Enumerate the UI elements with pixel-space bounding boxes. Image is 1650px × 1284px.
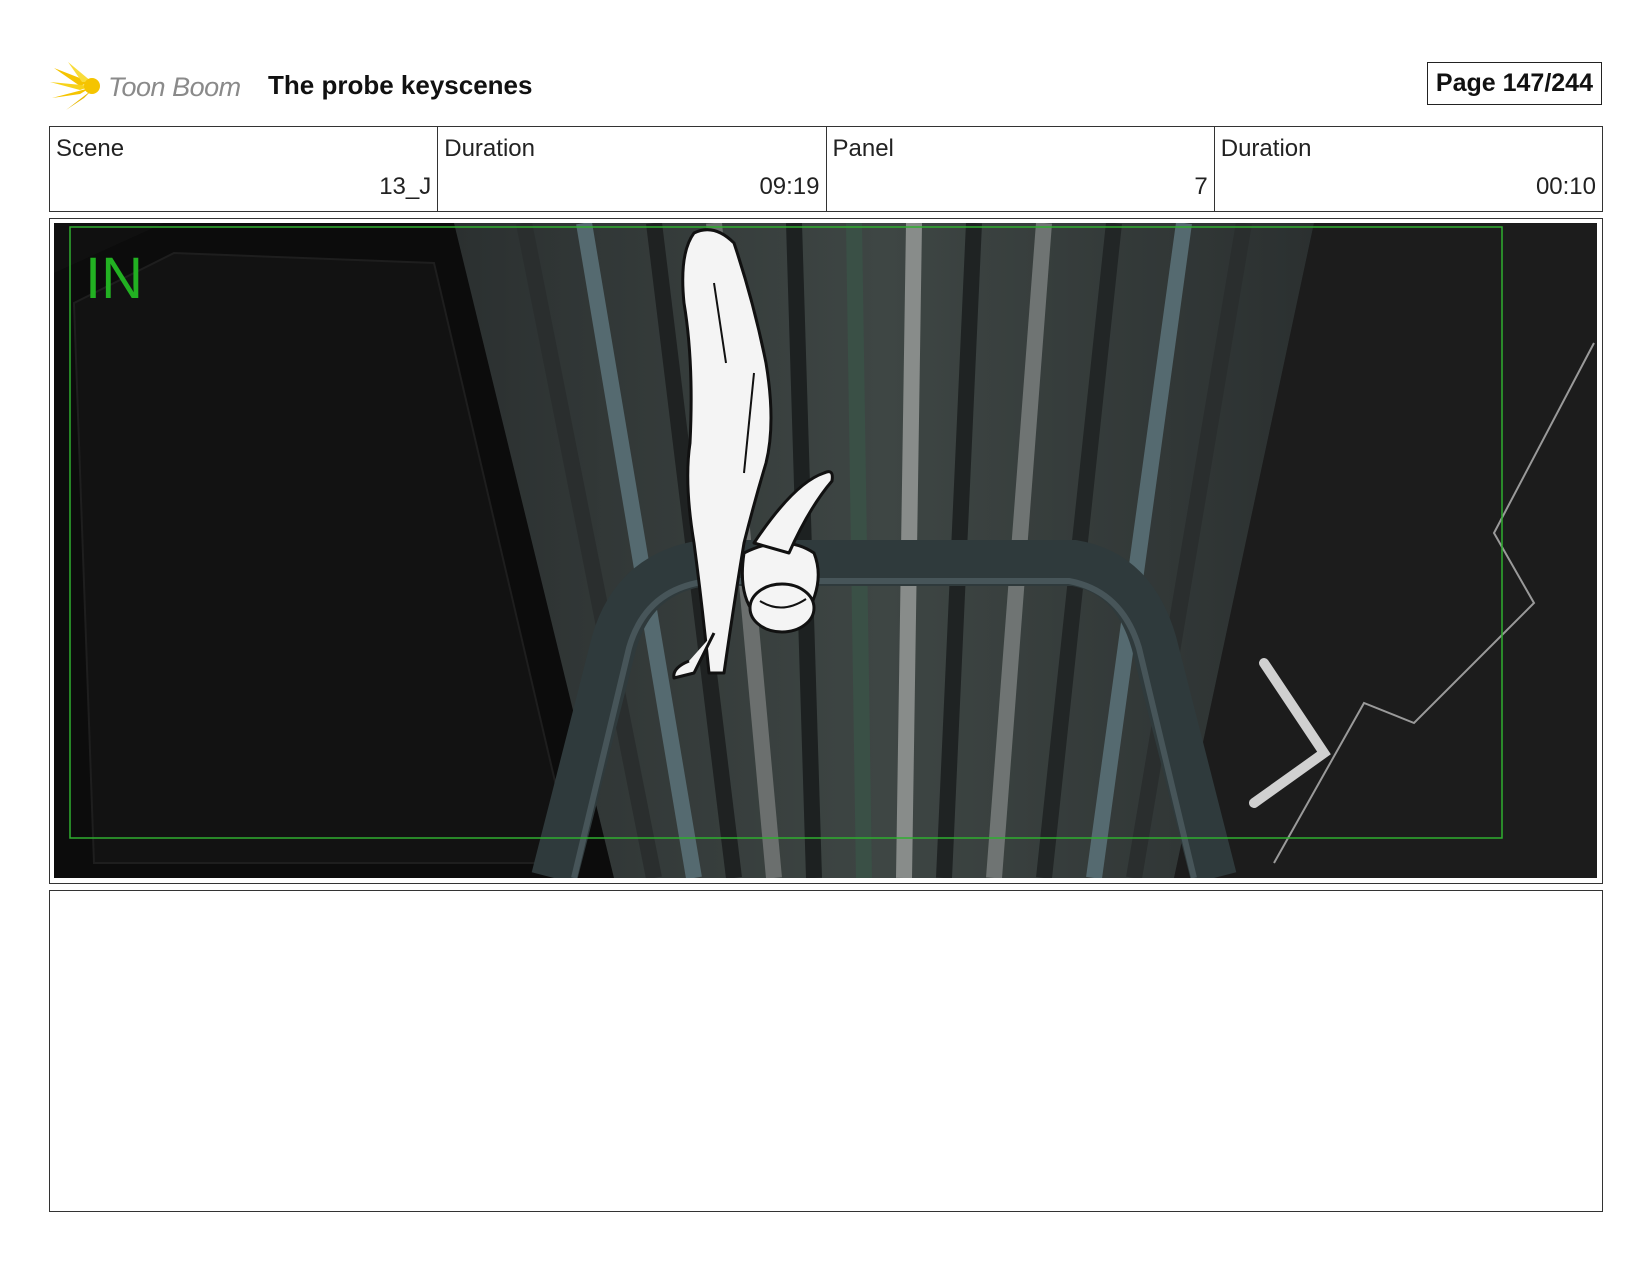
panel-duration-label: Duration xyxy=(1220,135,1312,162)
scene-label: Scene xyxy=(56,135,125,162)
page-header: Toon Boom The probe keyscenes Page 147/2… xyxy=(50,56,1602,116)
scene-duration-cell: Duration 09:19 xyxy=(438,127,827,211)
document-title: The probe keyscenes xyxy=(268,70,533,100)
storyboard-panel: IN xyxy=(49,218,1603,884)
page-number: Page 147/244 xyxy=(1426,62,1602,105)
panel-label: Panel xyxy=(832,135,894,162)
scene-duration-label: Duration xyxy=(444,135,535,162)
scene-value: 13_J xyxy=(379,173,432,200)
toon-boom-logo: Toon Boom xyxy=(50,60,250,112)
starburst-icon xyxy=(50,62,100,110)
panel-notes-box[interactable] xyxy=(49,890,1603,1212)
logo-wordmark: Toon Boom xyxy=(108,72,241,102)
panel-cell: Panel 7 xyxy=(827,127,1215,211)
panel-artwork: IN xyxy=(54,223,1597,878)
scene-cell: Scene 13_J xyxy=(50,127,439,211)
panel-duration-value: 00:10 xyxy=(1535,173,1596,200)
scene-duration-value: 09:19 xyxy=(759,173,820,200)
in-marker: IN xyxy=(85,246,143,311)
scene-info-row: Scene 13_J Duration 09:19 Panel 7 Durati… xyxy=(49,126,1603,212)
panel-duration-cell: Duration 00:10 xyxy=(1215,127,1602,211)
shaft-illustration xyxy=(54,223,1597,878)
panel-value: 7 xyxy=(1194,173,1208,200)
